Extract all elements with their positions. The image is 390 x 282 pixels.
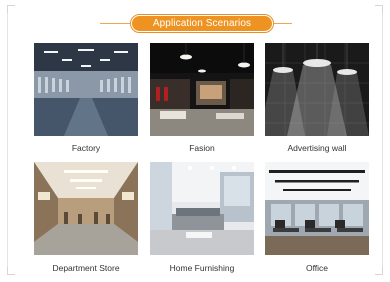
frame-corner xyxy=(7,5,15,13)
frame-corner xyxy=(7,267,15,275)
office-photo xyxy=(265,162,369,255)
scenario-label-department-store: Department Store xyxy=(52,263,120,273)
scenario-label-factory: Factory xyxy=(71,143,101,153)
scenario-label-office: Office xyxy=(305,263,329,273)
frame-corner xyxy=(375,5,383,13)
scenario-label-home-furnishing: Home Furnishing xyxy=(169,263,235,273)
advertising-wall-photo xyxy=(265,43,369,136)
factory-photo xyxy=(34,43,138,136)
scenario-label-advertising-wall: Advertising wall xyxy=(287,143,347,153)
section-title-badge: Application Scenarios xyxy=(130,14,274,33)
section-title: Application Scenarios xyxy=(132,16,272,31)
home-furnishing-photo xyxy=(150,162,254,255)
title-divider xyxy=(100,23,130,24)
frame-border xyxy=(7,13,8,267)
frame-border xyxy=(382,13,383,267)
scenario-label-fashion: Fasion xyxy=(189,143,215,153)
title-divider xyxy=(274,23,292,24)
department-store-photo xyxy=(34,162,138,255)
fashion-store-photo xyxy=(150,43,254,136)
